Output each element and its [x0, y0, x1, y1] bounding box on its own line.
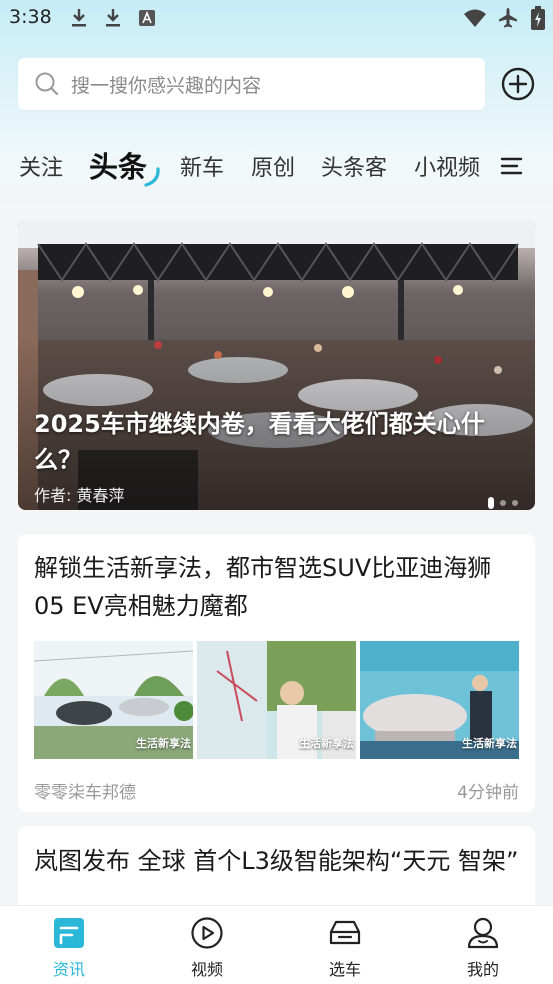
- tab-new-cars[interactable]: 新车: [180, 150, 224, 182]
- font-icon: [139, 10, 155, 26]
- nav-label: 我的: [466, 960, 499, 979]
- channel-tabs: 关注 头条 新车 原创 头条客 小视频: [0, 140, 553, 190]
- nav-label: 视频: [190, 960, 223, 979]
- bottom-navigation: 资讯 视频 选车 我的: [0, 905, 553, 984]
- wifi-icon: [464, 9, 486, 27]
- nav-item-news[interactable]: 资讯: [0, 906, 138, 984]
- article-title[interactable]: 岚图发布 全球 首个L3级智能架构“天元 智架”: [34, 842, 520, 880]
- status-time: 3:38: [9, 6, 52, 28]
- nav-label: 选车: [328, 960, 361, 979]
- add-button[interactable]: [501, 67, 535, 101]
- download-icon: [72, 9, 86, 27]
- search-icon: [35, 72, 59, 96]
- article-thumbnail[interactable]: 生活新享法: [360, 641, 519, 759]
- article-title[interactable]: 解锁生活新享法，都市智选SUV比亚迪海狮05 EV亮相魅力魔都: [34, 549, 520, 625]
- carousel-dot: [488, 496, 494, 509]
- airplane-mode-icon: [499, 8, 517, 28]
- thumbnail-caption: 生活新享法: [462, 737, 517, 750]
- tab-original[interactable]: 原创: [251, 150, 295, 182]
- article-card[interactable]: 解锁生活新享法，都市智选SUV比亚迪海狮05 EV亮相魅力魔都 生活新享法 生活…: [18, 534, 535, 812]
- nav-item-video[interactable]: 视频: [138, 906, 276, 984]
- battery-icon: [531, 6, 545, 30]
- nav-item-profile[interactable]: 我的: [414, 906, 552, 984]
- nav-item-cars[interactable]: 选车: [276, 906, 414, 984]
- carousel-dot: [512, 499, 518, 506]
- article-time: 4分钟前: [457, 783, 519, 803]
- article-thumbnail[interactable]: 生活新享法: [197, 641, 356, 759]
- article-thumbnail[interactable]: 生活新享法: [34, 641, 193, 759]
- banner-author: 作者: 黄春萍: [34, 486, 125, 505]
- search-input[interactable]: 搜一搜你感兴趣的内容: [18, 58, 485, 110]
- carousel-indicator: [482, 492, 518, 510]
- status-bar: 3:38: [0, 0, 553, 40]
- tab-headline-guests[interactable]: 头条客: [321, 150, 387, 182]
- car-icon: [329, 920, 361, 945]
- channel-menu-icon[interactable]: [500, 156, 524, 176]
- tab-follow[interactable]: 关注: [19, 150, 63, 182]
- active-tab-indicator: [144, 167, 160, 187]
- nav-label: 资讯: [52, 960, 85, 979]
- profile-icon: [467, 917, 499, 949]
- tab-short-video[interactable]: 小视频: [414, 150, 480, 182]
- search-placeholder: 搜一搜你感兴趣的内容: [71, 75, 262, 97]
- news-icon: [54, 918, 84, 948]
- thumbnail-caption: 生活新享法: [299, 737, 354, 750]
- banner-title[interactable]: 2025车市继续内卷，看看大佬们都关心什么？: [34, 406, 504, 478]
- article-source[interactable]: 零零柒车邦德: [34, 778, 136, 803]
- banner-carousel[interactable]: 2025车市继续内卷，看看大佬们都关心什么？ 作者: 黄春萍: [18, 220, 535, 510]
- video-icon: [191, 917, 223, 949]
- download-icon: [106, 9, 120, 27]
- thumbnail-caption: 生活新享法: [136, 737, 191, 750]
- carousel-dot: [500, 499, 506, 506]
- tab-headlines[interactable]: 头条: [89, 144, 147, 186]
